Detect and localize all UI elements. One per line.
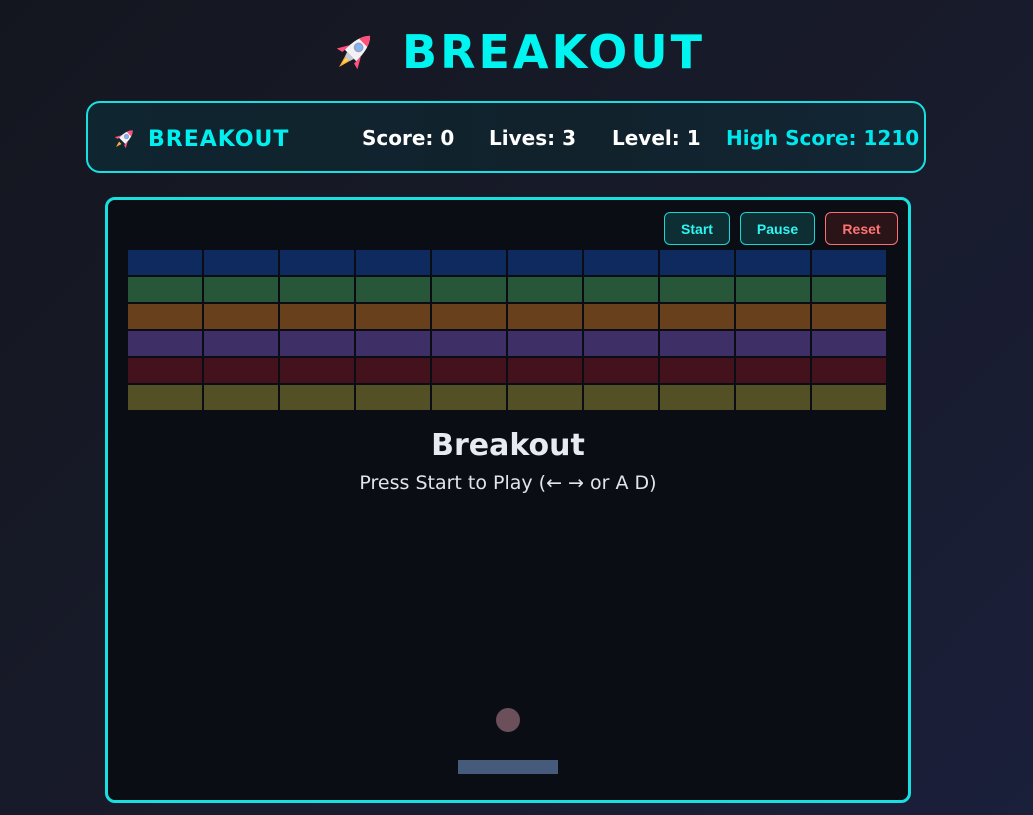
brick — [508, 277, 582, 302]
brick — [356, 331, 430, 356]
score-display: Score: 0 — [362, 126, 455, 150]
brick — [356, 304, 430, 329]
brick — [356, 277, 430, 302]
brick — [584, 304, 658, 329]
brick — [280, 385, 354, 410]
overlay-title: Breakout — [431, 428, 585, 463]
brand-label: BREAKOUT — [148, 126, 290, 152]
rocket-icon — [114, 130, 133, 149]
brick — [128, 331, 202, 356]
brick — [280, 250, 354, 275]
brick — [508, 358, 582, 383]
brick — [660, 277, 734, 302]
brick — [204, 250, 278, 275]
rocket-icon — [336, 35, 371, 70]
start-button[interactable]: Start — [664, 212, 730, 245]
brick — [812, 250, 886, 275]
brick — [128, 358, 202, 383]
brick — [660, 250, 734, 275]
page-title: BREAKOUT — [0, 22, 1033, 82]
brick — [660, 331, 734, 356]
overlay-subtitle: Press Start to Play (← → or A D) — [359, 472, 657, 494]
brick — [584, 331, 658, 356]
brick — [432, 358, 506, 383]
reset-button[interactable]: Reset — [825, 212, 898, 245]
brick — [432, 304, 506, 329]
brick — [812, 277, 886, 302]
brick — [128, 304, 202, 329]
brick — [660, 385, 734, 410]
page-title-text: BREAKOUT — [402, 25, 705, 79]
brick — [432, 331, 506, 356]
brick — [204, 358, 278, 383]
status-bar: BREAKOUT Score: 0 Lives: 3 Level: 1 High… — [86, 101, 926, 173]
brick — [508, 385, 582, 410]
brick — [584, 358, 658, 383]
brick — [128, 250, 202, 275]
game-canvas[interactable]: Start Pause Reset Breakout Press Start t… — [105, 197, 911, 803]
brick — [204, 277, 278, 302]
brick — [660, 358, 734, 383]
brick — [508, 331, 582, 356]
brick — [280, 331, 354, 356]
brick — [432, 385, 506, 410]
brick — [736, 250, 810, 275]
brick — [204, 304, 278, 329]
brick — [736, 385, 810, 410]
brick — [584, 277, 658, 302]
brick — [204, 331, 278, 356]
level-display: Level: 1 — [612, 126, 701, 150]
brick — [280, 277, 354, 302]
lives-display: Lives: 3 — [489, 126, 576, 150]
brick — [356, 385, 430, 410]
brick — [508, 250, 582, 275]
brick — [584, 385, 658, 410]
brick — [356, 250, 430, 275]
brick — [736, 304, 810, 329]
brick — [660, 304, 734, 329]
brick — [432, 277, 506, 302]
brand: BREAKOUT — [110, 103, 289, 175]
high-score-display: High Score: 1210 — [726, 126, 920, 150]
brick — [584, 250, 658, 275]
brick — [736, 358, 810, 383]
brick — [280, 304, 354, 329]
brick — [204, 385, 278, 410]
brick — [736, 331, 810, 356]
brick — [812, 385, 886, 410]
brick — [356, 358, 430, 383]
brick — [812, 358, 886, 383]
pause-button[interactable]: Pause — [740, 212, 815, 245]
brick — [280, 358, 354, 383]
brick — [812, 331, 886, 356]
ball — [496, 708, 520, 732]
paddle[interactable] — [458, 760, 558, 774]
brick — [432, 250, 506, 275]
brick — [812, 304, 886, 329]
brick — [128, 277, 202, 302]
brick — [128, 385, 202, 410]
brick — [736, 277, 810, 302]
brick — [508, 304, 582, 329]
